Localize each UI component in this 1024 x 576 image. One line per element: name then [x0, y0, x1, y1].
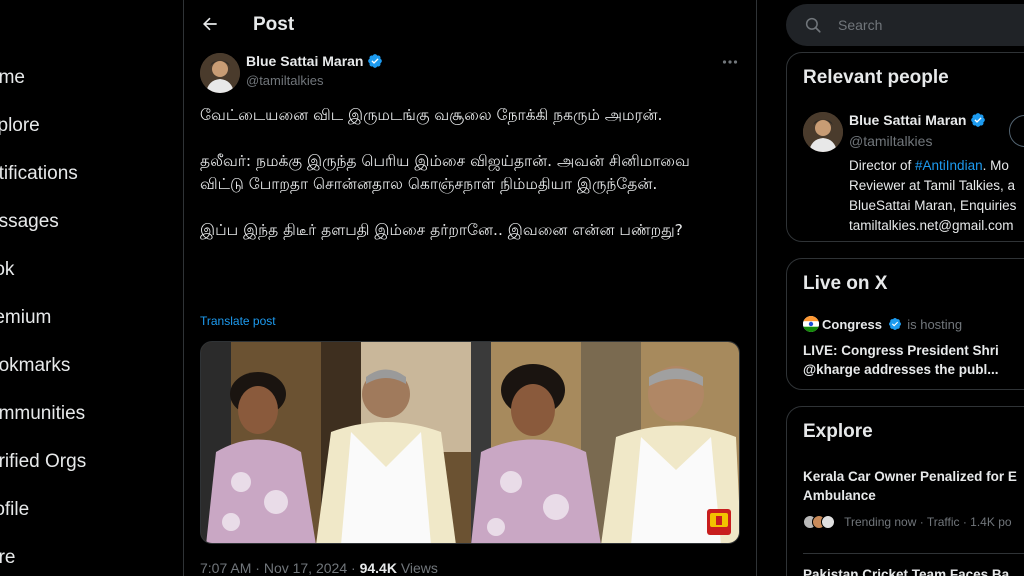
meta-separator: ·	[255, 560, 264, 576]
trend-item-title[interactable]: Pakistan Cricket Team Faces Ba	[803, 567, 1009, 576]
media-image-right	[471, 342, 739, 543]
bio-text: . Mo	[982, 158, 1009, 173]
relevant-person-avatar[interactable]	[803, 112, 843, 152]
verified-badge-icon	[888, 318, 901, 330]
post-media[interactable]	[200, 341, 740, 544]
relevant-person-name-text[interactable]: Blue Sattai Maran	[849, 112, 966, 128]
trend-divider	[803, 553, 1024, 554]
post-meta: 7:07 AM · Nov 17, 2024 · 94.4K Views	[200, 560, 438, 576]
nav-item-explore[interactable]: xplore	[0, 115, 40, 137]
nav-item-profile[interactable]: rofile	[0, 499, 29, 521]
nav-item-bookmarks[interactable]: ookmarks	[0, 355, 70, 377]
live-headline[interactable]: LIVE: Congress President Shri @kharge ad…	[803, 341, 1023, 379]
search-input[interactable]	[838, 4, 1024, 46]
trend-meta-text: Trending now · Traffic · 1.4K po	[844, 515, 1012, 529]
post-column: Post Blue Sattai Maran @tamiltalkies வேட…	[184, 0, 756, 576]
post-paragraph: இப்ப இந்த திடீர் தளபதி இம்சை தர்றானே.. இ…	[200, 221, 683, 239]
translate-post-link[interactable]: Translate post	[200, 314, 276, 328]
verified-badge-icon	[971, 113, 986, 127]
trend-item-meta: Trending now · Traffic · 1.4K po	[803, 515, 1012, 529]
live-host-suffix: is hosting	[907, 317, 963, 332]
nav-item-more[interactable]: ore	[0, 547, 15, 569]
nav-item-messages[interactable]: essages	[0, 211, 59, 233]
live-host-name[interactable]: Congress	[822, 317, 882, 332]
relevant-person-name[interactable]: Blue Sattai Maran	[849, 112, 986, 128]
search-box[interactable]	[786, 4, 1024, 46]
post-time[interactable]: 7:07 AM	[200, 560, 251, 576]
explore-title: Explore	[803, 421, 873, 442]
views-label: Views	[400, 560, 438, 576]
author-name[interactable]: Blue Sattai Maran	[246, 53, 383, 69]
bio-line: tamiltalkies.net@gmail.com	[849, 218, 1014, 233]
author-name-text[interactable]: Blue Sattai Maran	[246, 53, 363, 69]
trend-item-title[interactable]: Kerala Car Owner Penalized for E Ambulan…	[803, 467, 1024, 505]
live-on-x-card: Live on X Congress is hosting LIVE: Cong…	[786, 258, 1024, 390]
nav-item-grok[interactable]: rok	[0, 259, 14, 281]
relevant-people-title: Relevant people	[803, 67, 949, 88]
nav-item-home[interactable]: ome	[0, 67, 25, 89]
media-image-left	[201, 342, 471, 543]
bio-line: Director of #AntiIndian. Mo	[849, 156, 1024, 176]
left-navigation: ome xplore otifications essages rok remi…	[0, 0, 183, 576]
author-handle[interactable]: @tamiltalkies	[246, 73, 324, 88]
follow-button[interactable]	[1009, 115, 1024, 147]
author-avatar[interactable]	[200, 53, 240, 93]
views-count: 94.4K	[359, 560, 397, 576]
trend-avatar	[821, 515, 835, 529]
post-paragraph: தலீவர்: நமக்கு இருந்த பெரிய இம்சை விஜய்த…	[200, 152, 690, 193]
relevant-person-bio: Director of #AntiIndian. Mo Reviewer at …	[849, 156, 1024, 236]
hashtag-link[interactable]: #AntiIndian	[915, 158, 983, 173]
relevant-people-card: Relevant people Blue Sattai Maran @tamil…	[786, 52, 1024, 242]
bio-line: Reviewer at Tamil Talkies, a	[849, 178, 1016, 193]
post-text: வேட்டையனை விட இருமடங்கு வசூலை நோக்கி நகர…	[200, 104, 720, 265]
back-arrow-icon[interactable]	[200, 14, 220, 34]
post-header: Post	[184, 0, 756, 50]
more-options-icon[interactable]	[722, 58, 738, 66]
post-paragraph: வேட்டையனை விட இருமடங்கு வசூலை நோக்கி நகர…	[200, 106, 663, 124]
bio-line: BlueSattai Maran, Enquiries	[849, 198, 1017, 213]
column-divider-right	[756, 0, 757, 576]
explore-card: Explore Kerala Car Owner Penalized for E…	[786, 406, 1024, 576]
nav-item-notifications[interactable]: otifications	[0, 163, 78, 185]
right-sidebar: Relevant people Blue Sattai Maran @tamil…	[786, 0, 1024, 576]
nav-item-verified-orgs[interactable]: erified Orgs	[0, 451, 86, 473]
post-date[interactable]: Nov 17, 2024	[264, 560, 347, 576]
relevant-person-handle[interactable]: @tamiltalkies	[849, 133, 932, 149]
nav-item-communities[interactable]: ommunities	[0, 403, 85, 425]
channel-logo-icon	[707, 509, 731, 535]
search-icon	[805, 17, 821, 33]
congress-logo-icon	[803, 316, 819, 332]
page-title: Post	[253, 14, 295, 35]
bio-text: Director of	[849, 158, 916, 173]
verified-badge-icon	[368, 54, 383, 68]
nav-item-premium[interactable]: remium	[0, 307, 51, 329]
live-host[interactable]: Congress is hosting	[803, 316, 962, 332]
live-on-x-title: Live on X	[803, 273, 888, 294]
meta-separator: ·	[351, 560, 360, 576]
